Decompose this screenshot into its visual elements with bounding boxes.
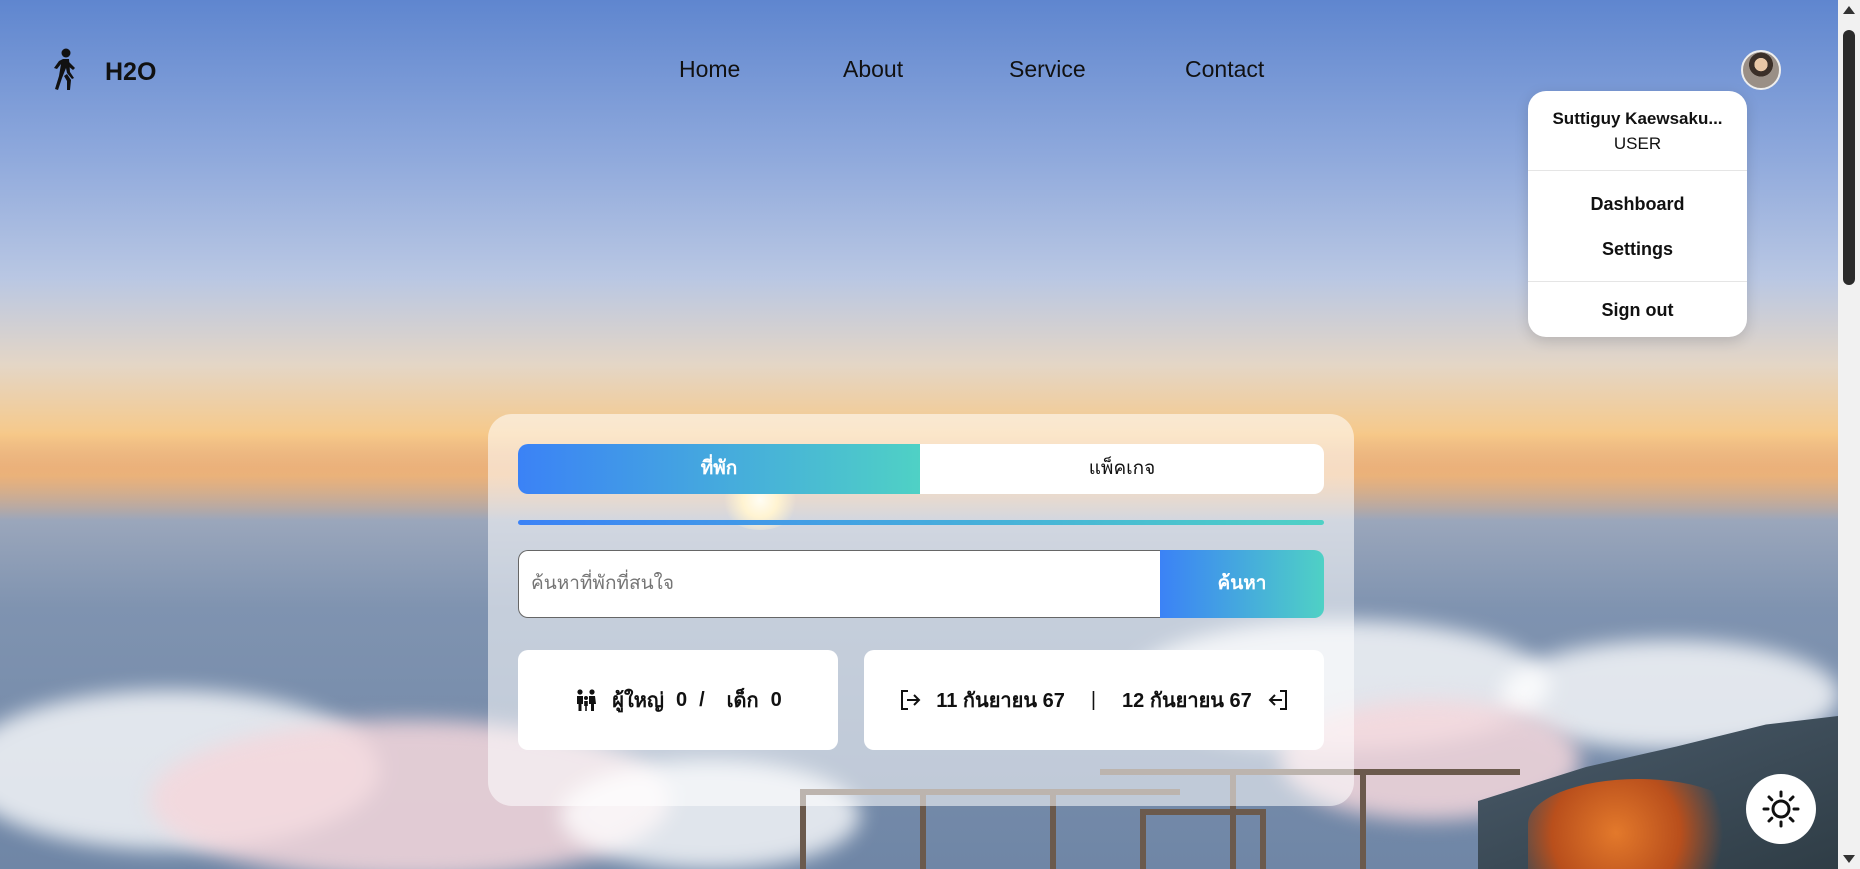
nav-service[interactable]: Service xyxy=(1009,56,1086,83)
child-count: 0 xyxy=(770,688,782,711)
search-tabs: ที่พัก แพ็คเกจ xyxy=(518,444,1324,494)
check-out-date[interactable]: 12 กันยายน 67 xyxy=(1122,684,1252,716)
dashboard-link[interactable]: Dashboard xyxy=(1528,194,1747,215)
date-range-selector[interactable]: 11 กันยายน 67 | 12 กันยายน 67 xyxy=(864,650,1324,750)
autumn-foliage xyxy=(1528,779,1748,869)
user-dropdown-menu: Suttiguy Kaewsaku... USER Dashboard Sett… xyxy=(1528,91,1747,337)
user-role: USER xyxy=(1613,134,1662,153)
user-name: Suttiguy Kaewsaku... xyxy=(1552,109,1723,128)
scroll-up-arrow[interactable] xyxy=(1843,6,1855,14)
sign-out-icon xyxy=(1268,690,1287,710)
sign-out-link[interactable]: Sign out xyxy=(1528,300,1747,321)
search-input[interactable] xyxy=(518,550,1160,618)
brand-name[interactable]: H2O xyxy=(105,58,156,87)
walking-person-icon xyxy=(54,48,75,90)
adult-count: 0 xyxy=(675,688,688,711)
tab-package[interactable]: แพ็คเกจ xyxy=(920,444,1324,494)
settings-link[interactable]: Settings xyxy=(1528,239,1747,260)
search-panel: ที่พัก แพ็คเกจ ค้นหา ผู้ใหญ่ 0 / เด็ก 0 … xyxy=(488,414,1354,806)
guest-selector[interactable]: ผู้ใหญ่ 0 / เด็ก 0 xyxy=(518,650,838,750)
divider xyxy=(1528,170,1747,171)
tab-accommodation[interactable]: ที่พัก xyxy=(518,444,920,494)
sign-in-icon xyxy=(901,690,921,710)
child-label: เด็ก xyxy=(726,690,759,712)
scroll-thumb[interactable] xyxy=(1843,30,1855,285)
tab-underline xyxy=(518,520,1324,525)
search-button[interactable]: ค้นหา xyxy=(1160,550,1324,618)
page-scrollbar[interactable] xyxy=(1838,0,1860,869)
family-icon xyxy=(577,689,597,711)
scroll-down-arrow[interactable] xyxy=(1843,855,1855,863)
nav-contact[interactable]: Contact xyxy=(1185,56,1264,83)
check-in-date[interactable]: 11 กันยายน 67 xyxy=(936,684,1065,716)
sun-icon xyxy=(1762,790,1800,828)
nav-about[interactable]: About xyxy=(843,56,903,83)
user-avatar[interactable] xyxy=(1741,50,1781,90)
nav-home[interactable]: Home xyxy=(679,56,740,83)
divider xyxy=(1528,281,1747,282)
theme-toggle-button[interactable] xyxy=(1746,774,1816,844)
date-divider: | xyxy=(1090,688,1097,711)
guest-separator: / xyxy=(699,688,705,711)
adult-label: ผู้ใหญ่ xyxy=(612,690,664,712)
